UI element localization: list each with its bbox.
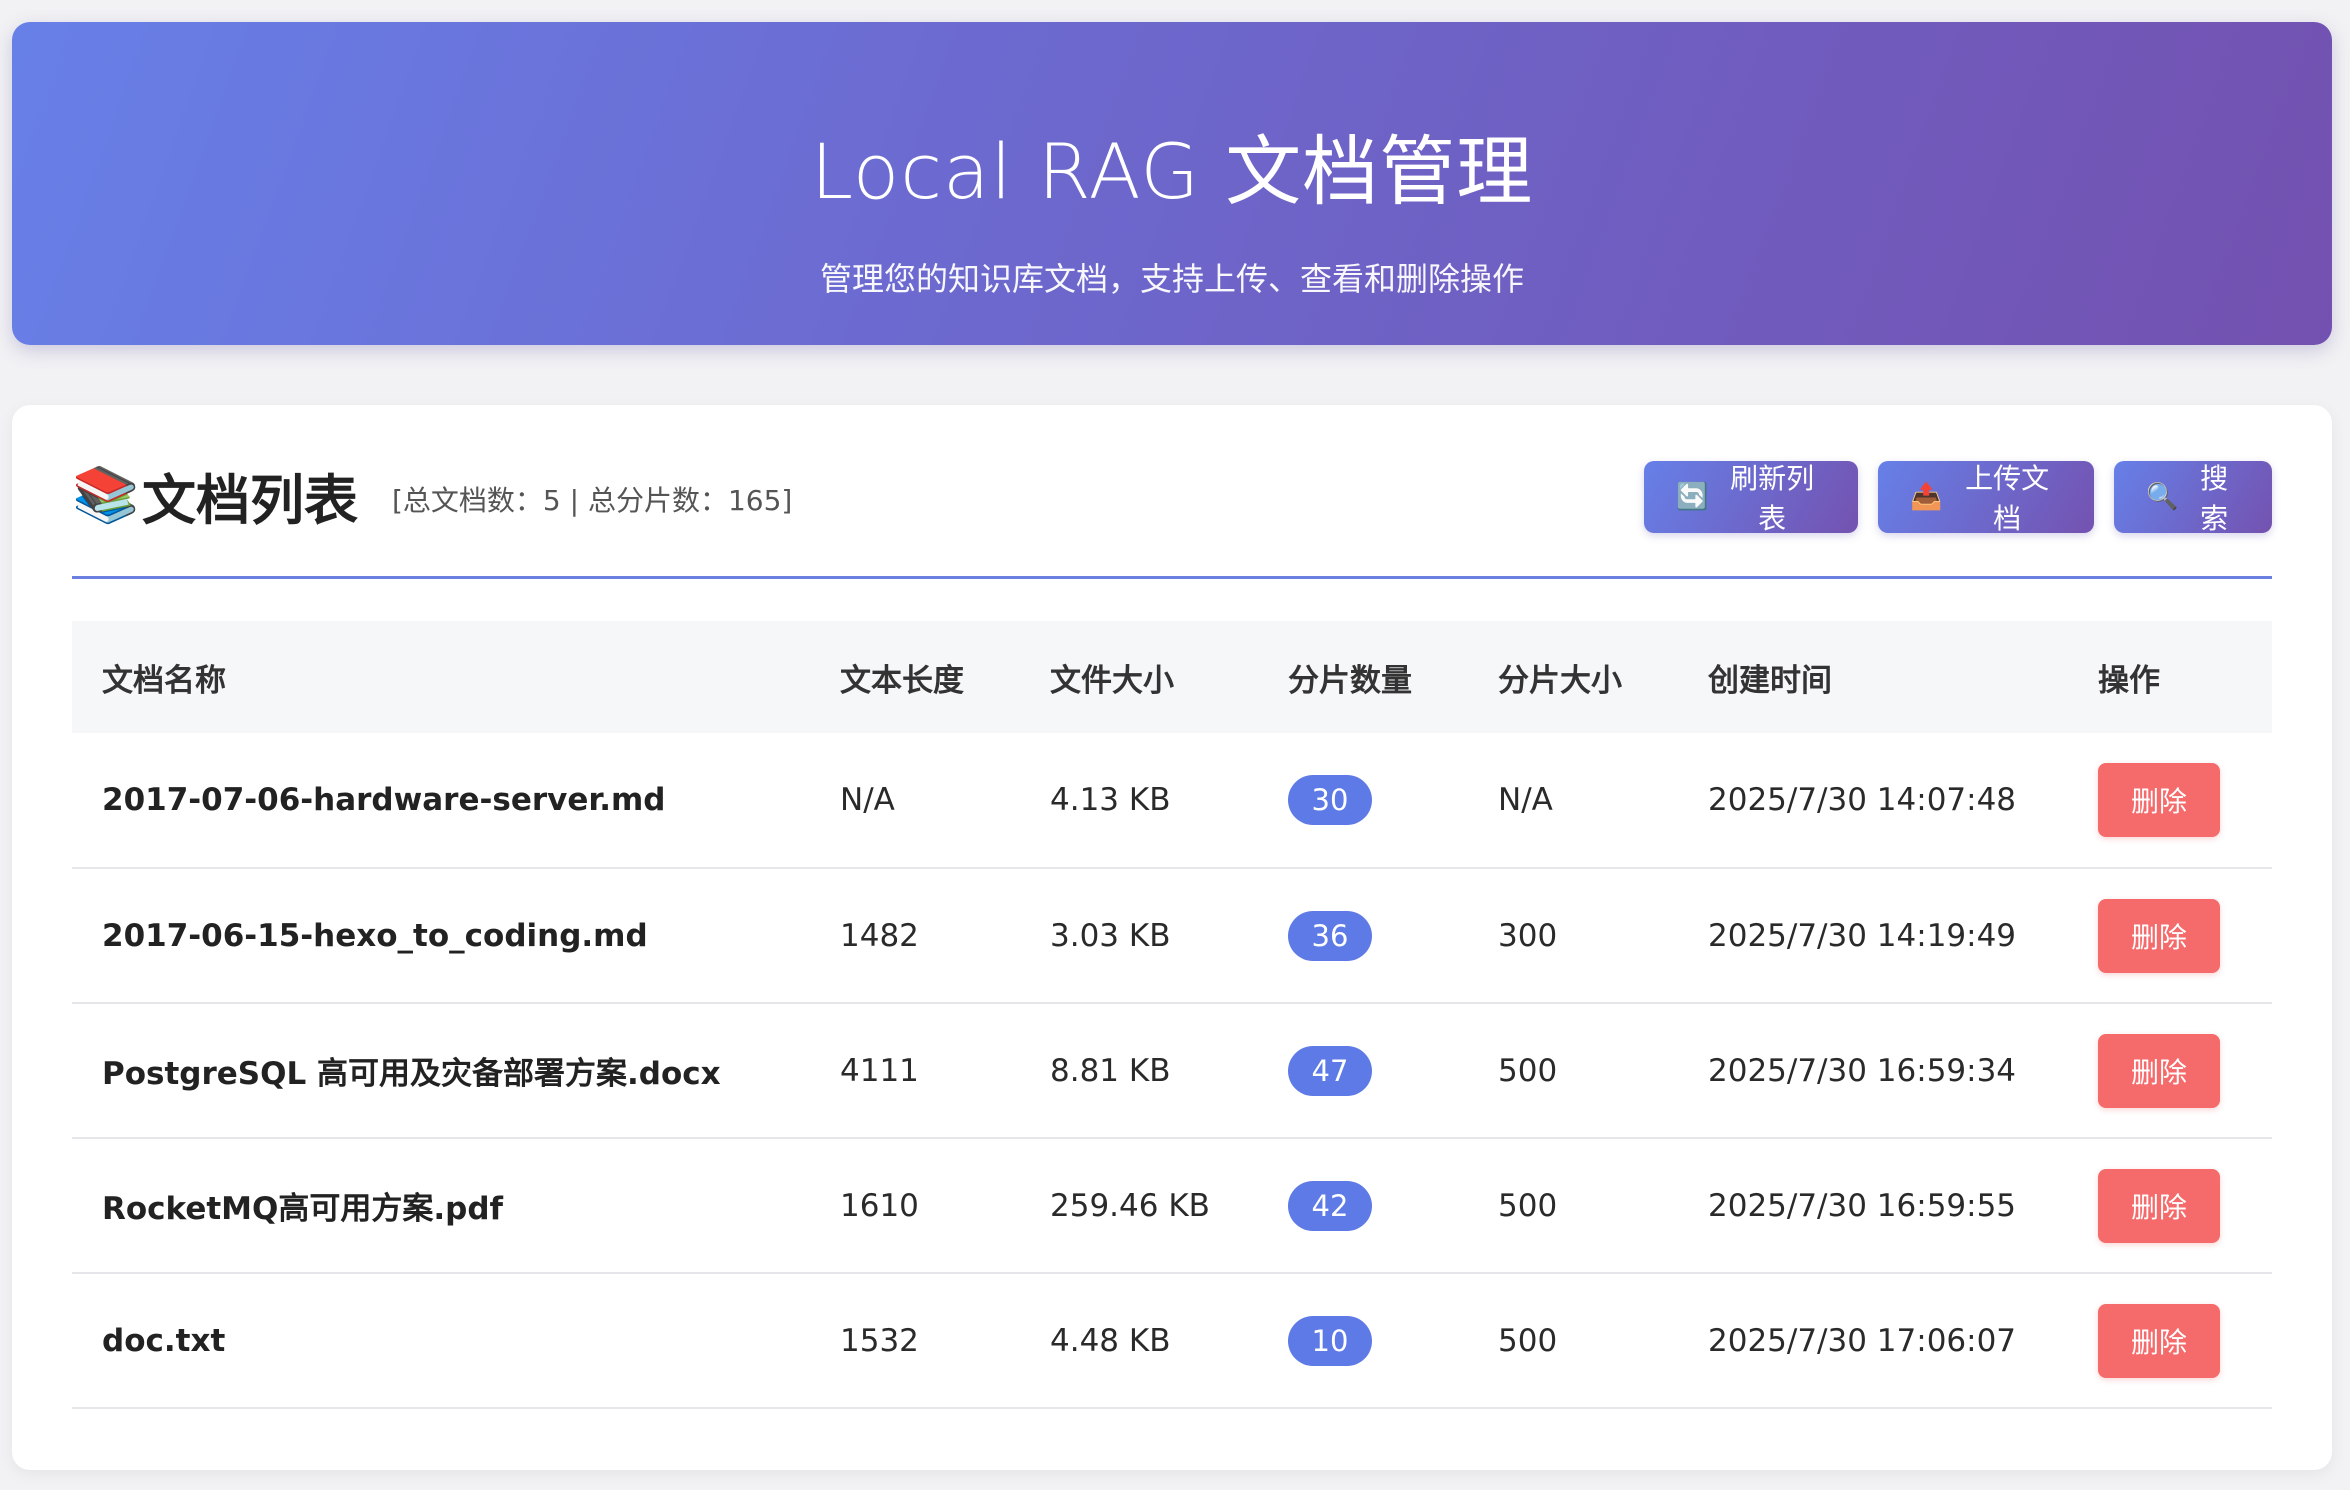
chunk-count-cell: 47 bbox=[1258, 1003, 1468, 1138]
file-size: 3.03 KB bbox=[1050, 917, 1171, 954]
delete-button[interactable]: 删除 bbox=[2098, 1168, 2220, 1243]
actions-cell: 删除 bbox=[2068, 868, 2272, 1003]
created-time: 2025/7/30 16:59:34 bbox=[1708, 1052, 2017, 1089]
file-size: 8.81 KB bbox=[1050, 1052, 1171, 1089]
chunk-size: N/A bbox=[1498, 782, 1553, 818]
text-length: 1532 bbox=[840, 1322, 919, 1359]
file-size: 4.48 KB bbox=[1050, 1322, 1171, 1359]
actions-cell: 删除 bbox=[2068, 1273, 2272, 1408]
column-header-name: 文档名称 bbox=[102, 662, 226, 699]
refresh-button[interactable]: 🔄 刷新列表 bbox=[1644, 461, 1858, 535]
chunk-size: 500 bbox=[1498, 1322, 1558, 1359]
column-header-file-size: 文件大小 bbox=[1050, 662, 1174, 699]
delete-button[interactable]: 删除 bbox=[2098, 898, 2220, 973]
table-row: 2017-07-06-hardware-server.md N/A 4.13 K… bbox=[72, 733, 2272, 868]
column-header-actions: 操作 bbox=[2098, 662, 2160, 699]
chunk-count-cell: 42 bbox=[1258, 1138, 1468, 1273]
created-time: 2025/7/30 16:59:55 bbox=[1708, 1187, 2017, 1224]
text-length: 1610 bbox=[840, 1187, 919, 1224]
search-button-label: 搜索 bbox=[2200, 462, 2229, 535]
actions-cell: 删除 bbox=[2068, 1138, 2272, 1273]
document-name: 2017-06-15-hexo_to_coding.md bbox=[102, 917, 648, 954]
table-row: 2017-06-15-hexo_to_coding.md 1482 3.03 K… bbox=[72, 868, 2272, 1003]
header-divider bbox=[72, 576, 2272, 579]
upload-button-label: 上传文档 bbox=[1965, 462, 2050, 535]
column-header-chunk-count: 分片数量 bbox=[1288, 662, 1412, 699]
column-header-text-length: 文本长度 bbox=[840, 662, 964, 699]
chunk-count-cell: 30 bbox=[1258, 733, 1468, 868]
document-stats: [总文档数：5 | 总分片数：165] bbox=[392, 484, 793, 517]
column-header-created: 创建时间 bbox=[1708, 662, 1832, 699]
text-length: N/A bbox=[840, 782, 895, 818]
document-table: 文档名称 文本长度 文件大小 分片数量 分片大小 创建时间 操作 2017-07… bbox=[72, 621, 2272, 1409]
chunk-count-badge: 30 bbox=[1288, 775, 1372, 825]
file-size: 4.13 KB bbox=[1050, 782, 1171, 818]
refresh-icon: 🔄 bbox=[1676, 482, 1709, 512]
chunk-count-badge: 10 bbox=[1288, 1315, 1372, 1366]
delete-button[interactable]: 删除 bbox=[2098, 763, 2220, 837]
toolbar: 🔄 刷新列表 📤 上传文档 🔍 搜索 bbox=[1644, 461, 2272, 535]
chunk-size: 500 bbox=[1498, 1052, 1558, 1089]
created-time: 2025/7/30 14:07:48 bbox=[1708, 782, 2017, 818]
chunk-count-cell: 36 bbox=[1258, 868, 1468, 1003]
chunk-count-badge: 36 bbox=[1288, 910, 1372, 961]
document-name: 2017-07-06-hardware-server.md bbox=[102, 782, 666, 818]
chunk-count-cell: 10 bbox=[1258, 1273, 1468, 1408]
document-name: doc.txt bbox=[102, 1322, 226, 1359]
created-time: 2025/7/30 14:19:49 bbox=[1708, 917, 2017, 954]
document-name: RocketMQ高可用方案.pdf bbox=[102, 1191, 504, 1227]
search-button[interactable]: 🔍 搜索 bbox=[2114, 461, 2272, 535]
table-header-row: 文档名称 文本长度 文件大小 分片数量 分片大小 创建时间 操作 bbox=[72, 621, 2272, 733]
page-title: Local RAG 文档管理 bbox=[810, 127, 1534, 216]
chunk-size: 500 bbox=[1498, 1187, 1558, 1224]
text-length: 1482 bbox=[840, 917, 919, 954]
upload-icon: 📤 bbox=[1910, 482, 1943, 512]
chunk-size: 300 bbox=[1498, 917, 1558, 954]
chunk-count-badge: 42 bbox=[1288, 1180, 1372, 1231]
text-length: 4111 bbox=[840, 1052, 919, 1089]
search-icon: 🔍 bbox=[2146, 482, 2179, 512]
delete-button[interactable]: 删除 bbox=[2098, 1033, 2220, 1108]
page-header: Local RAG 文档管理 管理您的知识库文档，支持上传、查看和删除操作 bbox=[12, 22, 2332, 345]
document-list-header: 📚 文档列表 [总文档数：5 | 总分片数：165] 🔄 刷新列表 📤 上传文档… bbox=[72, 455, 2272, 535]
actions-cell: 删除 bbox=[2068, 733, 2272, 868]
page-subtitle: 管理您的知识库文档，支持上传、查看和删除操作 bbox=[819, 260, 1524, 298]
upload-button[interactable]: 📤 上传文档 bbox=[1878, 461, 2094, 535]
table-row: PostgreSQL 高可用及灾备部署方案.docx 4111 8.81 KB … bbox=[72, 1003, 2272, 1138]
books-icon: 📚 bbox=[72, 463, 140, 526]
document-list-title: 文档列表 bbox=[142, 468, 358, 532]
column-header-chunk-size: 分片大小 bbox=[1498, 662, 1622, 699]
actions-cell: 删除 bbox=[2068, 1003, 2272, 1138]
table-row: RocketMQ高可用方案.pdf 1610 259.46 KB 42 500 … bbox=[72, 1138, 2272, 1273]
refresh-button-label: 刷新列表 bbox=[1730, 462, 1815, 535]
table-row: doc.txt 1532 4.48 KB 10 500 2025/7/30 17… bbox=[72, 1273, 2272, 1408]
created-time: 2025/7/30 17:06:07 bbox=[1708, 1322, 2017, 1359]
file-size: 259.46 KB bbox=[1050, 1187, 1210, 1224]
chunk-count-badge: 47 bbox=[1288, 1045, 1372, 1096]
document-name: PostgreSQL 高可用及灾备部署方案.docx bbox=[102, 1056, 721, 1092]
document-list-card: 📚 文档列表 [总文档数：5 | 总分片数：165] 🔄 刷新列表 📤 上传文档… bbox=[12, 405, 2332, 1470]
delete-button[interactable]: 删除 bbox=[2098, 1303, 2220, 1378]
